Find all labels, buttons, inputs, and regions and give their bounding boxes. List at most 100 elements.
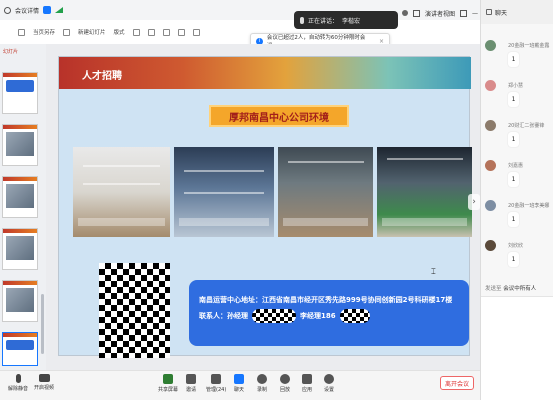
avatar <box>485 40 496 51</box>
office-photo <box>174 147 274 237</box>
settings-icon <box>324 374 334 384</box>
office-photo <box>73 147 170 237</box>
chat-icon <box>486 9 492 15</box>
start-video-label: 开启视频 <box>34 385 55 391</box>
share-screen-label: 共享屏幕 <box>158 387 179 393</box>
thumbnail-panel-label: 幻灯片 <box>3 49 19 55</box>
message-bubble: 1 <box>508 132 519 147</box>
sender-name: 20金融一班戴金露 <box>508 43 550 49</box>
next-slide-arrow-icon[interactable]: › <box>468 194 480 210</box>
slide-section-title: 人才招聘 <box>82 71 122 82</box>
chat-input[interactable] <box>481 296 553 400</box>
avatar <box>485 120 496 131</box>
thumbnail-scrollbar[interactable] <box>41 294 44 354</box>
apps-label: 应用 <box>302 387 313 393</box>
undo-icon[interactable] <box>132 28 140 36</box>
text-icon[interactable] <box>177 28 185 36</box>
apps-icon <box>302 374 312 384</box>
format-icon[interactable] <box>162 28 170 36</box>
slide-stage: 人才招聘 厚邦南昌中心公司环境 南昌运营中心地址：江西省南昌市经开区秀先路999… <box>46 44 480 370</box>
record-button[interactable]: 录制 <box>257 374 267 393</box>
share-screen-icon <box>163 374 173 384</box>
presentation-toolbar: 当页另存 新建幻灯片 版式 <box>0 24 480 40</box>
redo-icon[interactable] <box>147 28 155 36</box>
slide-thumbnail[interactable] <box>2 176 38 218</box>
sender-name: 刘欣欣 <box>508 243 524 249</box>
replay-label: 回放 <box>280 387 291 393</box>
settings-button[interactable]: 设置 <box>324 374 334 393</box>
slide-thumbnail-panel: 幻灯片 <box>0 44 46 370</box>
layout-icon[interactable] <box>413 9 420 17</box>
avatar <box>485 240 496 251</box>
chat-message: 20金融一班戴金露 1 <box>485 40 551 70</box>
office-photo <box>278 147 373 237</box>
chat-message: 20金融一班李美娜 1 <box>485 200 551 230</box>
slide-thumbnail[interactable] <box>2 72 38 114</box>
signal-icon[interactable] <box>55 7 64 13</box>
toolbar-item-save-page[interactable]: 当页另存 <box>33 28 55 36</box>
slide-thumbnail[interactable] <box>2 228 38 270</box>
message-bubble: 1 <box>508 212 519 227</box>
slide-thumbnail[interactable] <box>2 280 38 322</box>
sender-name: 刘嘉惠 <box>508 163 524 169</box>
slide-header-bar: 人才招聘 <box>59 57 471 89</box>
slide-title: 厚邦南昌中心公司环境 <box>209 105 349 127</box>
message-bubble: 1 <box>508 52 519 67</box>
mic-icon <box>15 374 21 383</box>
sender-name: 20金融一班李美娜 <box>508 203 550 209</box>
camera-icon <box>38 374 50 382</box>
leave-meeting-button[interactable]: 离开会议 <box>440 376 474 390</box>
send-to-selector[interactable]: 发送至 会议中所有人 <box>485 284 536 292</box>
slide-thumbnail-active[interactable] <box>2 332 38 366</box>
shape-icon[interactable] <box>192 28 200 36</box>
minimize-icon[interactable]: — <box>472 10 478 17</box>
chat-message: 刘嘉惠 1 <box>485 160 551 190</box>
info-icon[interactable] <box>4 6 11 14</box>
avatar <box>485 160 496 171</box>
chat-title: 聊天 <box>495 9 508 17</box>
mic-icon <box>300 16 304 24</box>
masked-phone <box>339 309 370 323</box>
mouse-cursor-icon: ⌶ <box>431 267 436 276</box>
user-icon[interactable] <box>402 10 408 16</box>
chat-message: 刘欣欣 1 <box>485 240 551 270</box>
share-screen-button[interactable]: 共享屏幕 <box>158 374 178 393</box>
save-page-icon[interactable] <box>18 28 25 36</box>
shield-icon[interactable] <box>43 6 52 14</box>
meeting-control-bar: 解除静音 开启视频 共享屏幕 邀请 管理(24) 聊天 录制 回放 应用 设置 <box>0 370 480 400</box>
unmute-button[interactable]: 解除静音 <box>8 374 28 392</box>
message-bubble: 1 <box>508 172 519 187</box>
replay-button[interactable]: 回放 <box>280 374 290 393</box>
chat-message: 郑小慧 1 <box>485 80 551 110</box>
start-video-button[interactable]: 开启视频 <box>34 374 54 391</box>
chat-button[interactable]: 聊天 <box>234 374 244 393</box>
replay-icon <box>280 374 290 384</box>
layout-button[interactable]: 演讲者视图 <box>425 9 455 18</box>
chat-icon <box>234 374 244 384</box>
record-icon <box>257 374 267 384</box>
chat-header: 聊天 <box>481 0 553 24</box>
sender-name: 20财汇二张謇锋 <box>508 123 545 129</box>
contact-line: 联系人：孙经理 李经理186 <box>199 308 459 324</box>
toolbar-item-layout[interactable]: 版式 <box>114 28 125 36</box>
new-slide-icon[interactable] <box>63 28 71 36</box>
contact-label-1: 联系人：孙经理 <box>199 312 248 320</box>
invite-button[interactable]: 邀请 <box>186 374 196 393</box>
send-to-label: 发送至 <box>485 286 502 292</box>
fullscreen-icon[interactable] <box>460 9 468 17</box>
message-bubble: 1 <box>508 252 519 267</box>
meeting-details-label[interactable]: 会议详情 <box>15 6 39 15</box>
apps-button[interactable]: 应用 <box>302 374 312 393</box>
contact-label-2: 李经理186 <box>300 312 336 320</box>
current-slide: 人才招聘 厚邦南昌中心公司环境 南昌运营中心地址：江西省南昌市经开区秀先路999… <box>58 56 472 358</box>
address-text: 南昌运营中心地址：江西省南昌市经开区秀先路999号协同创新园2号科研楼17楼 <box>199 296 453 304</box>
invite-label: 邀请 <box>186 387 197 393</box>
toolbar-item-new-slide[interactable]: 新建幻灯片 <box>78 28 106 36</box>
manage-members-button[interactable]: 管理(24) <box>206 374 226 393</box>
members-icon <box>211 374 222 384</box>
chat-panel: 聊天 20金融一班戴金露 1 郑小慧 1 20财汇二张謇锋 1 刘嘉惠 1 20… <box>480 0 553 400</box>
record-label: 录制 <box>257 387 268 393</box>
send-to-target[interactable]: 会议中所有人 <box>503 286 536 292</box>
slide-thumbnail[interactable] <box>2 124 38 166</box>
office-photo <box>377 147 472 237</box>
